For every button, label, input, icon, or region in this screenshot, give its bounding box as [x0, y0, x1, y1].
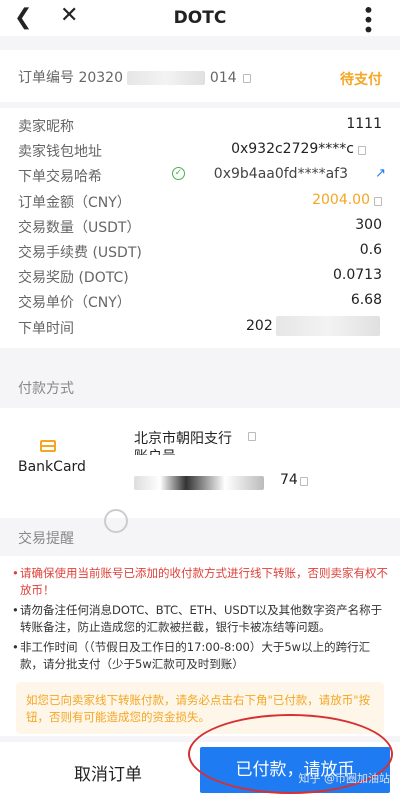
copy-wallet-icon[interactable] [358, 146, 366, 155]
bank-branch: 北京市朝阳支行 [134, 431, 232, 447]
redacted-order-number [127, 71, 206, 85]
seller-nickname-label: 卖家昵称 [18, 119, 74, 135]
copy-order-number-icon[interactable] [243, 73, 252, 83]
account-label: 账户号 [134, 446, 176, 455]
order-hash-label: 下单交易哈希 [18, 169, 102, 185]
trade-quantity-label: 交易数量（USDT） [18, 220, 141, 236]
copy-amount-icon[interactable] [374, 197, 382, 206]
order-time-value: 202 [246, 318, 273, 334]
top-bar: ❮ ✕ DOTC ••• [0, 0, 400, 36]
bank-card-icon [40, 440, 56, 452]
more-menu-icon[interactable]: ••• [356, 4, 380, 33]
order-amount-value: 2004.00 [312, 192, 370, 208]
unit-price-label: 交易单价（CNY） [18, 295, 131, 311]
unit-price-value: 6.68 [350, 292, 382, 308]
trade-reward-label: 交易奖励 (DOTC) [18, 270, 129, 286]
payment-method-name: BankCard [18, 459, 86, 475]
cancel-order-button[interactable]: 取消订单 [74, 760, 142, 785]
notice-item: 请勿备注任何消息DOTC、BTC、ETH、USDT以及其他数字资产名称于转账备注… [12, 602, 388, 636]
order-number-prefix: 20320 [78, 70, 123, 86]
notice-item: 请确保使用当前账号已添加的收付款方式进行线下转账，否则卖家有权不放币！ [12, 565, 388, 599]
order-time-label: 下单时间 [18, 321, 74, 337]
notice-list: 请确保使用当前账号已添加的收付款方式进行线下转账，否则卖家有权不放币！ 请勿备注… [12, 565, 388, 676]
redacted-account-number [134, 476, 264, 490]
account-number-suffix: 74 [280, 472, 298, 488]
notice-title: 交易提醒 [18, 531, 74, 547]
order-status-badge: 待支付 [340, 72, 382, 88]
order-hash-value[interactable]: 0x9b4aa0fd****af3 [214, 166, 348, 182]
loading-spinner-icon [104, 509, 128, 533]
external-link-icon[interactable]: ↗ [375, 166, 386, 181]
order-amount-label: 订单金额（CNY） [18, 195, 131, 211]
seller-nickname-value: 1111 [346, 116, 382, 132]
notice-item: 非工作时间（（节假日及工作日的17:00-8:00）大于5w以上的跨行汇款，请分… [12, 639, 388, 673]
trade-fee-label: 交易手续费 (USDT) [18, 245, 142, 261]
trade-reward-value: 0.0713 [333, 267, 382, 283]
copy-account-icon[interactable] [300, 477, 308, 486]
order-number-label: 订单编号 [18, 70, 74, 86]
seller-wallet-value: 0x932c2729****c [231, 141, 354, 157]
verified-check-icon: ✓ [172, 167, 185, 180]
copy-bank-branch-icon[interactable] [248, 432, 256, 441]
watermark: 知乎 @币圈加油站 [298, 772, 391, 785]
page-title: DOTC [173, 8, 227, 28]
order-number-suffix: 014 [209, 70, 237, 86]
trade-quantity-value: 300 [355, 217, 382, 233]
payment-section-title: 付款方式 [18, 381, 74, 397]
seller-wallet-label: 卖家钱包地址 [18, 144, 102, 160]
redacted-order-time [276, 316, 380, 336]
trade-fee-value: 0.6 [359, 242, 382, 258]
payment-method-card[interactable]: BankCard 北京市朝阳支行 账户号 74 [0, 408, 400, 518]
